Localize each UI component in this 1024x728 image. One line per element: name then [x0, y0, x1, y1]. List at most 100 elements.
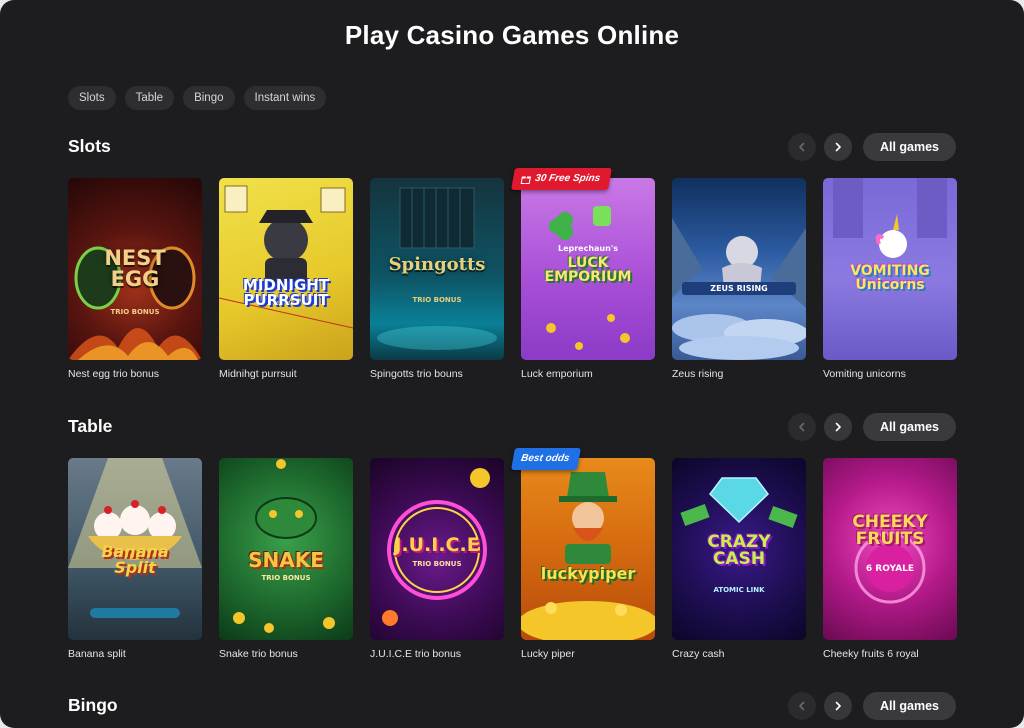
game-card[interactable]: VOMITING Unicorns Vomiting unicorns: [823, 178, 957, 380]
section-header: Slots All games: [68, 133, 956, 163]
game-card[interactable]: Spingotts TRIO BONUS Spingotts trio boun…: [370, 178, 504, 380]
carousel-controls: All games: [787, 692, 956, 720]
game-logo: Spingotts: [388, 254, 486, 275]
game-card[interactable]: MIDNIGHT PURRSUIT Midnihgt purrsuit: [219, 178, 353, 380]
game-name[interactable]: Lucky piper: [521, 648, 655, 660]
free-spins-badge: 30 Free Spins: [511, 168, 612, 190]
game-thumbnail[interactable]: MIDNIGHT PURRSUIT: [219, 178, 353, 360]
game-name[interactable]: Crazy cash: [672, 648, 806, 660]
filter-chips: Slots Table Bingo Instant wins: [68, 86, 327, 110]
game-thumbnail[interactable]: Spingotts TRIO BONUS: [370, 178, 504, 360]
game-name[interactable]: Zeus rising: [672, 368, 806, 380]
game-carousel: NEST EGG TRIO BONUS Nest egg trio bonus: [68, 168, 957, 380]
section-header: Bingo All games: [68, 692, 956, 722]
filter-chip-slots[interactable]: Slots: [68, 86, 116, 110]
game-logo: J.U.I.C.E: [394, 534, 480, 556]
game-thumbnail[interactable]: NEST EGG TRIO BONUS: [68, 178, 202, 360]
prev-button[interactable]: [787, 692, 816, 720]
game-card[interactable]: SNAKE TRIO BONUS Snake trio bonus: [219, 458, 353, 660]
next-button[interactable]: [823, 413, 852, 441]
game-name[interactable]: J.U.I.C.E trio bonus: [370, 648, 504, 660]
game-name[interactable]: Spingotts trio bouns: [370, 368, 504, 380]
game-card[interactable]: CHEEKY FRUITS 6 ROYALE Cheeky fruits 6 r…: [823, 458, 957, 660]
chevron-left-icon: [799, 422, 805, 432]
section-title: Bingo: [68, 695, 118, 715]
game-card[interactable]: Banana Split Banana split: [68, 458, 202, 660]
game-subtitle: ATOMIC LINK: [713, 586, 765, 594]
game-subtitle: 6 ROYALE: [865, 564, 915, 574]
badge-label: 30 Free Spins: [534, 173, 602, 184]
filter-chip-bingo[interactable]: Bingo: [183, 86, 235, 110]
game-name[interactable]: Luck emporium: [521, 368, 655, 380]
game-logo: MIDNIGHT PURRSUIT: [242, 276, 330, 309]
filter-chip-table[interactable]: Table: [124, 86, 175, 110]
all-games-button[interactable]: All games: [862, 413, 956, 441]
section-title: Table: [68, 416, 113, 436]
chevron-left-icon: [799, 142, 805, 152]
game-thumbnail[interactable]: Banana Split: [68, 458, 202, 640]
game-name[interactable]: Midnihgt purrsuit: [219, 368, 353, 380]
section-title: Slots: [68, 136, 111, 156]
game-thumbnail[interactable]: luckypiper: [521, 458, 655, 640]
section-slots: Slots All games NEST EGG TRIO BONUS Nest…: [68, 133, 957, 380]
next-button[interactable]: [823, 692, 852, 720]
game-logo: VOMITING Unicorns: [850, 263, 930, 293]
game-subtitle: ZEUS RISING: [682, 282, 796, 295]
prev-button[interactable]: [787, 133, 816, 161]
page-title: Play Casino Games Online: [344, 20, 680, 50]
detective-cat-art: [219, 185, 353, 329]
game-logo: CHEEKY FRUITS: [852, 512, 928, 549]
game-subtitle: TRIO BONUS: [412, 296, 462, 304]
game-name[interactable]: Nest egg trio bonus: [68, 368, 202, 380]
game-logo: SNAKE: [248, 548, 324, 572]
game-card[interactable]: Best odds luckypiper Lucky piper: [511, 448, 655, 660]
game-thumbnail[interactable]: Leprechaun's LUCK EMPORIUM: [521, 178, 655, 360]
game-thumbnail[interactable]: SNAKE TRIO BONUS: [219, 458, 353, 640]
game-logo: LUCK EMPORIUM: [544, 255, 632, 285]
game-subtitle: TRIO BONUS: [261, 574, 311, 582]
leprechaun-art: [521, 472, 655, 640]
app-frame: Play Casino Games Online Slots Table Bin…: [0, 0, 1024, 728]
game-logo: NEST EGG: [104, 246, 166, 291]
game-logo: CRAZY CASH: [707, 532, 771, 569]
game-logo: luckypiper: [540, 564, 636, 583]
prev-button[interactable]: [787, 413, 816, 441]
game-thumbnail[interactable]: CHEEKY FRUITS 6 ROYALE: [823, 458, 957, 640]
game-thumbnail[interactable]: CRAZY CASH ATOMIC LINK: [672, 458, 806, 640]
game-thumbnail[interactable]: J.U.I.C.E TRIO BONUS: [370, 458, 504, 640]
game-card[interactable]: 30 Free Spins Leprechaun's LUCK EMPORIUM…: [511, 168, 655, 380]
game-name[interactable]: Snake trio bonus: [219, 648, 353, 660]
section-bingo: Bingo All games: [68, 692, 956, 722]
game-logo: Banana Split: [101, 542, 169, 577]
chevron-left-icon: [799, 701, 805, 711]
game-subtitle: TRIO BONUS: [110, 308, 160, 316]
best-odds-badge: Best odds: [511, 448, 582, 470]
game-thumbnail[interactable]: VOMITING Unicorns: [823, 178, 957, 360]
zeus-art: [672, 218, 806, 360]
section-table: Table All games Banana Split Banana spli…: [68, 413, 957, 660]
fruits-art: [854, 532, 926, 604]
all-games-button[interactable]: All games: [862, 692, 956, 720]
game-name[interactable]: Cheeky fruits 6 royal: [823, 648, 957, 660]
game-name[interactable]: Vomiting unicorns: [823, 368, 957, 380]
game-card[interactable]: ZEUS RISING Zeus rising: [672, 178, 806, 380]
chevron-right-icon: [835, 142, 841, 152]
section-header: Table All games: [68, 413, 956, 443]
game-subtitle: Leprechaun's: [557, 244, 619, 253]
filter-chip-instant-wins[interactable]: Instant wins: [243, 86, 327, 110]
game-subtitle: TRIO BONUS: [412, 560, 462, 568]
game-card[interactable]: CRAZY CASH ATOMIC LINK Crazy cash: [672, 458, 806, 660]
game-card[interactable]: NEST EGG TRIO BONUS Nest egg trio bonus: [68, 178, 202, 380]
game-thumbnail[interactable]: ZEUS RISING: [672, 178, 806, 360]
chevron-right-icon: [835, 422, 841, 432]
all-games-button[interactable]: All games: [862, 133, 956, 161]
game-carousel: Banana Split Banana split SNAKE TRIO BON…: [68, 448, 957, 660]
gift-icon: [520, 176, 531, 184]
game-name[interactable]: Banana split: [68, 648, 202, 660]
chevron-right-icon: [835, 701, 841, 711]
carousel-controls: All games: [787, 133, 956, 161]
game-card[interactable]: J.U.I.C.E TRIO BONUS J.U.I.C.E trio bonu…: [370, 458, 504, 660]
carousel-controls: All games: [787, 413, 956, 441]
next-button[interactable]: [823, 133, 852, 161]
badge-label: Best odds: [520, 453, 571, 464]
